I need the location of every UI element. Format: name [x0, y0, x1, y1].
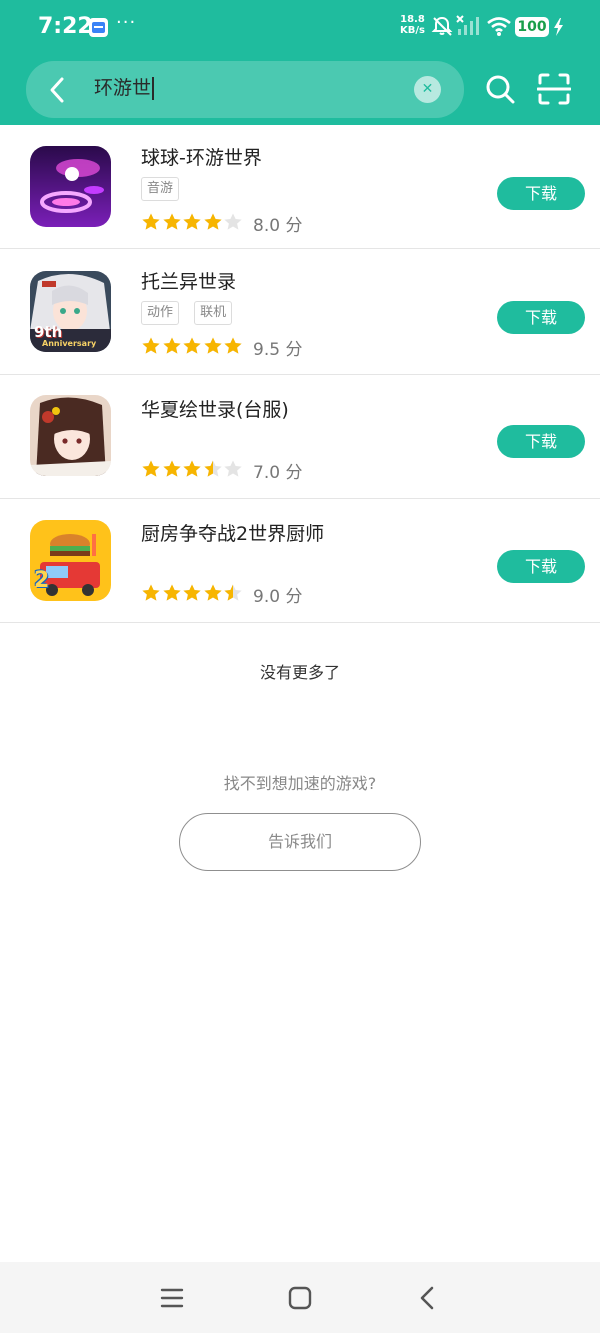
game-item[interactable]: 华夏绘世录(台服) 7.0 分 下载 — [0, 375, 600, 499]
star-half-icon — [224, 584, 242, 601]
star-full-icon — [162, 460, 181, 477]
download-button[interactable]: 下载 — [497, 301, 585, 334]
star-full-icon — [183, 584, 201, 601]
star-full-icon — [203, 337, 222, 354]
search-icon[interactable] — [484, 73, 516, 105]
game-name[interactable]: 厨房争夺战2世界厨师 — [141, 519, 324, 546]
not-found-text: 找不到想加速的游戏? — [223, 774, 377, 793]
network-speed-unit: KB/s — [400, 25, 425, 36]
tell-us-button[interactable]: 告诉我们 — [179, 813, 421, 871]
tag: 动作 — [141, 301, 180, 325]
search-input[interactable]: 环游世 — [94, 77, 155, 100]
star-full-icon — [224, 337, 242, 354]
back-arrow-icon[interactable] — [44, 75, 72, 105]
game-name[interactable]: 球球-环游世界 — [141, 143, 262, 170]
no-more-text: 没有更多了 — [259, 663, 340, 682]
network-speed: 18.8 KB/s — [400, 14, 425, 36]
download-button[interactable]: 下载 — [497, 177, 585, 210]
download-button[interactable]: 下载 — [497, 550, 585, 583]
game-icon-tuolan[interactable]: 9th Anniversary — [30, 271, 111, 352]
game-icon-kitchen[interactable]: 2 — [30, 520, 111, 601]
game-icon-huaxia[interactable] — [30, 395, 111, 476]
star-full-icon — [183, 213, 201, 230]
star-full-icon — [162, 213, 181, 230]
wifi-icon — [487, 17, 511, 36]
network-speed-value: 18.8 — [400, 14, 425, 25]
star-empty-icon — [224, 213, 242, 230]
header-bar: 7:22 ··· 18.8 KB/s 100 环游世 ✕ — [0, 0, 600, 125]
tag: 音游 — [141, 177, 180, 201]
scan-icon[interactable] — [537, 72, 571, 106]
star-full-icon — [162, 337, 181, 354]
clear-search-button[interactable]: ✕ — [414, 76, 441, 103]
star-full-icon — [183, 460, 201, 477]
download-button[interactable]: 下载 — [497, 425, 585, 458]
game-name[interactable]: 托兰异世录 — [141, 267, 236, 294]
star-full-icon — [203, 584, 222, 601]
star-full-icon — [142, 460, 160, 477]
star-half-icon — [203, 460, 222, 477]
score: 8.0 分 — [253, 216, 303, 236]
score: 9.0 分 — [253, 587, 303, 607]
game-name[interactable]: 华夏绘世录(台服) — [141, 395, 289, 422]
star-full-icon — [203, 213, 222, 230]
star-full-icon — [142, 584, 160, 601]
star-full-icon — [183, 337, 201, 354]
tag-list: 动作 联机 — [141, 301, 242, 325]
game-item[interactable]: 球球-环游世界 音游 8.0 分 下载 — [0, 125, 600, 249]
status-bar: 7:22 ··· 18.8 KB/s 100 — [0, 0, 600, 56]
game-item[interactable]: 9th Anniversary 托兰异世录 动作 联机 9.5 分 下载 — [0, 249, 600, 375]
star-full-icon — [142, 337, 160, 354]
anniversary-word: Anniversary — [42, 339, 97, 348]
system-nav-bar — [0, 1262, 600, 1333]
clear-x-icon: ✕ — [421, 81, 434, 97]
tag: 联机 — [194, 301, 233, 325]
mute-bell-icon — [431, 16, 453, 36]
more-notifications-icon: ··· — [116, 12, 137, 33]
battery-indicator: 100 — [515, 17, 549, 37]
game-icon-qiuqiu[interactable] — [30, 146, 111, 227]
notification-app-icon — [89, 18, 108, 37]
no-signal-icon — [456, 15, 479, 35]
status-time: 7:22 — [38, 14, 93, 39]
star-empty-icon — [224, 460, 242, 477]
tag-list: 音游 — [141, 177, 189, 201]
star-full-icon — [162, 584, 181, 601]
back-icon[interactable] — [414, 1284, 442, 1312]
home-icon[interactable] — [286, 1284, 314, 1312]
score: 9.5 分 — [253, 340, 303, 360]
score: 7.0 分 — [253, 463, 303, 483]
kitchen-number: 2 — [34, 568, 50, 593]
menu-icon[interactable] — [158, 1284, 186, 1312]
search-box[interactable]: 环游世 ✕ — [26, 61, 464, 118]
game-item[interactable]: 2 厨房争夺战2世界厨师 9.0 分 下载 — [0, 499, 600, 623]
star-full-icon — [142, 213, 160, 230]
game-list: 球球-环游世界 音游 8.0 分 下载 9th Anniversary 托兰异世… — [0, 125, 600, 623]
charging-bolt-icon — [554, 18, 563, 36]
